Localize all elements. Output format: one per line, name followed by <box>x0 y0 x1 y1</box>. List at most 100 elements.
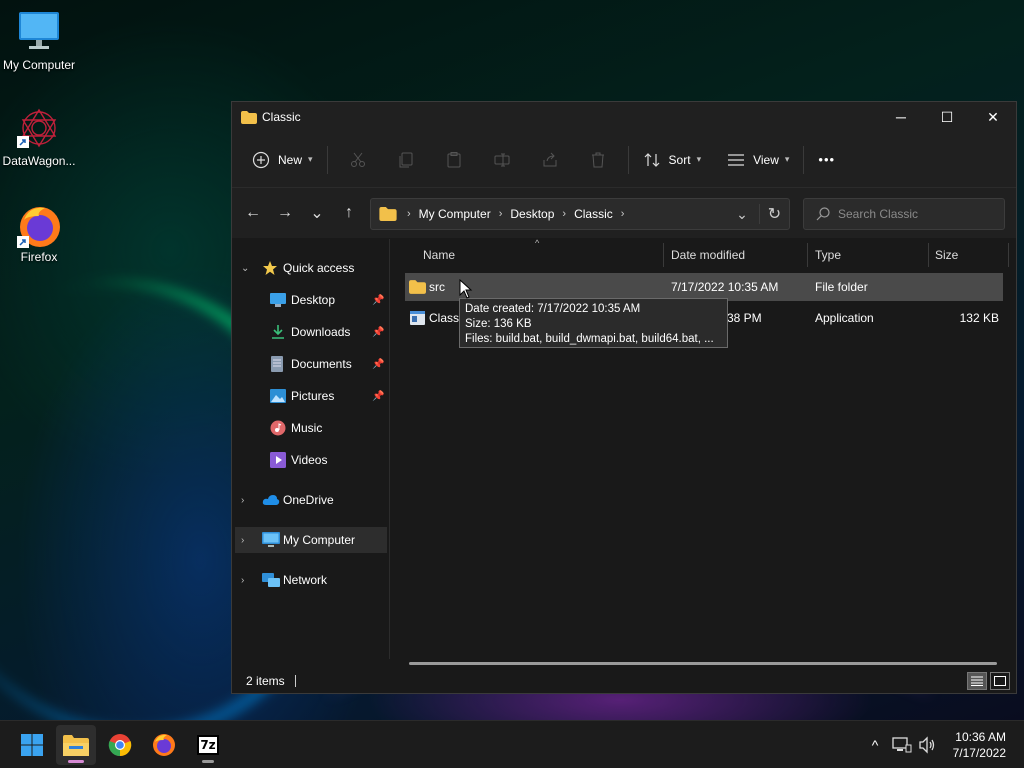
column-divider[interactable] <box>807 243 808 267</box>
minimize-button[interactable]: ─ <box>878 102 924 132</box>
column-header-size[interactable]: Size <box>935 239 958 271</box>
item-count: 2 items <box>246 674 285 688</box>
column-header-type[interactable]: Type <box>815 239 841 271</box>
close-button[interactable]: ✕ <box>970 102 1016 132</box>
tooltip-size: Size: 136 KB <box>465 318 532 330</box>
nav-item-my-computer[interactable]: › My Computer <box>235 527 387 553</box>
monitor-icon <box>262 532 280 547</box>
nav-item-network[interactable]: › Network <box>232 567 387 593</box>
desktop-icon-datawagon[interactable]: DataWagon... <box>0 106 78 168</box>
network-status-icon[interactable] <box>892 736 912 754</box>
nav-item-onedrive[interactable]: › OneDrive <box>232 487 387 513</box>
pin-icon[interactable]: 📌 <box>372 295 384 306</box>
address-bar[interactable]: › My Computer › Desktop › Classic › ⌄ ↻ <box>370 198 790 230</box>
taskbar-chrome[interactable] <box>100 725 140 765</box>
nav-item-documents[interactable]: Documents 📌 <box>232 351 387 377</box>
title-bar[interactable]: Classic ─ ☐ ✕ <box>232 102 1016 132</box>
file-explorer-window: Classic ─ ☐ ✕ New ▾ Sort ▾ View ▾ ••• ← … <box>231 101 1017 694</box>
nav-item-music[interactable]: Music <box>232 415 387 441</box>
pin-icon[interactable]: 📌 <box>372 391 384 402</box>
7zip-icon: 7z <box>197 735 219 755</box>
nav-label: Quick access <box>283 261 355 275</box>
nav-item-desktop[interactable]: Desktop 📌 <box>232 287 387 313</box>
tiles-view-button[interactable] <box>990 672 1010 690</box>
desktop-icon-firefox[interactable]: Firefox <box>0 202 78 264</box>
chevron-down-icon: ▾ <box>784 154 790 164</box>
details-view-button[interactable] <box>967 672 987 690</box>
cut-icon[interactable] <box>334 144 382 176</box>
running-indicator <box>202 760 214 763</box>
up-button[interactable]: ↑ <box>333 197 365 229</box>
search-icon <box>816 207 830 221</box>
copy-icon[interactable] <box>382 144 430 176</box>
taskbar-firefox[interactable] <box>144 725 184 765</box>
nav-item-downloads[interactable]: Downloads 📌 <box>232 319 387 345</box>
nav-item-pictures[interactable]: Pictures 📌 <box>232 383 387 409</box>
column-divider[interactable] <box>928 243 929 267</box>
breadcrumb-my-computer[interactable]: My Computer <box>419 207 491 221</box>
clock[interactable]: 10:36 AM 7/17/2022 <box>953 729 1006 761</box>
chevron-right-icon: › <box>241 574 245 586</box>
file-date: 7/17/2022 10:35 AM <box>671 280 779 294</box>
column-divider[interactable] <box>663 243 664 267</box>
folder-icon <box>379 207 397 221</box>
downloads-icon <box>272 325 284 339</box>
more-options-button[interactable]: ••• <box>810 144 843 176</box>
folder-icon <box>409 280 426 294</box>
back-button[interactable]: ← <box>237 197 269 229</box>
nav-label: OneDrive <box>283 493 334 507</box>
column-header-name[interactable]: Name <box>423 239 455 271</box>
chrome-icon <box>108 734 132 757</box>
new-button[interactable]: New ▾ <box>244 144 321 176</box>
navigation-pane: ⌄ Quick access Desktop 📌 Downloads 📌 Doc… <box>232 239 390 659</box>
taskbar-file-explorer[interactable] <box>56 725 96 765</box>
details-view-icon <box>971 676 983 686</box>
breadcrumb-desktop[interactable]: Desktop <box>510 207 554 221</box>
new-label: New <box>278 152 303 167</box>
show-hidden-icons-button[interactable]: ^ <box>862 737 888 753</box>
mouse-cursor-icon <box>459 279 473 299</box>
taskbar-7zip[interactable]: 7z <box>188 725 228 765</box>
file-type: File folder <box>815 280 868 294</box>
rename-icon[interactable] <box>478 144 526 176</box>
file-explorer-icon <box>63 735 89 756</box>
sort-ascending-icon: ^ <box>535 238 540 248</box>
forward-button[interactable]: → <box>269 197 301 229</box>
file-name: Classi <box>429 311 462 325</box>
column-header-date-modified[interactable]: Date modified <box>671 239 745 271</box>
address-dropdown-button[interactable]: ⌄ <box>725 206 759 223</box>
maximize-button[interactable]: ☐ <box>924 102 970 132</box>
horizontal-scrollbar[interactable] <box>409 662 997 665</box>
share-icon[interactable] <box>526 144 574 176</box>
search-box[interactable] <box>803 198 1005 230</box>
music-icon <box>270 420 286 436</box>
table-row[interactable]: src 7/17/2022 10:35 AM File folder <box>405 273 1003 301</box>
paste-icon[interactable] <box>430 144 478 176</box>
volume-icon[interactable] <box>918 736 938 754</box>
nav-label: Desktop <box>291 293 336 307</box>
chevron-down-icon: ▾ <box>308 154 313 164</box>
divider <box>294 675 296 687</box>
nav-item-quick-access[interactable]: ⌄ Quick access <box>232 255 387 281</box>
pin-icon[interactable]: 📌 <box>372 359 384 370</box>
view-button[interactable]: View ▾ <box>719 144 797 176</box>
sort-button[interactable]: Sort ▾ <box>635 144 710 176</box>
desktop-icon-my-computer[interactable]: My Computer <box>0 10 78 72</box>
column-divider[interactable] <box>1008 243 1009 267</box>
pin-icon[interactable]: 📌 <box>372 327 384 338</box>
breadcrumb-classic[interactable]: Classic <box>574 207 613 221</box>
chevron-right-icon: › <box>241 534 245 546</box>
desktop-icon-label: Firefox <box>20 250 58 264</box>
recent-locations-button[interactable]: ⌄ <box>301 197 333 229</box>
nav-label: Music <box>291 421 323 435</box>
refresh-button[interactable]: ↻ <box>759 204 789 224</box>
nav-item-videos[interactable]: Videos <box>232 447 387 473</box>
folder-icon <box>241 110 257 124</box>
start-button[interactable] <box>12 725 52 765</box>
command-bar: New ▾ Sort ▾ View ▾ ••• <box>232 132 1016 188</box>
nav-label: Documents <box>291 357 352 371</box>
search-input[interactable] <box>838 207 988 221</box>
sort-icon <box>644 152 659 167</box>
divider <box>326 145 328 174</box>
delete-icon[interactable] <box>574 144 622 176</box>
